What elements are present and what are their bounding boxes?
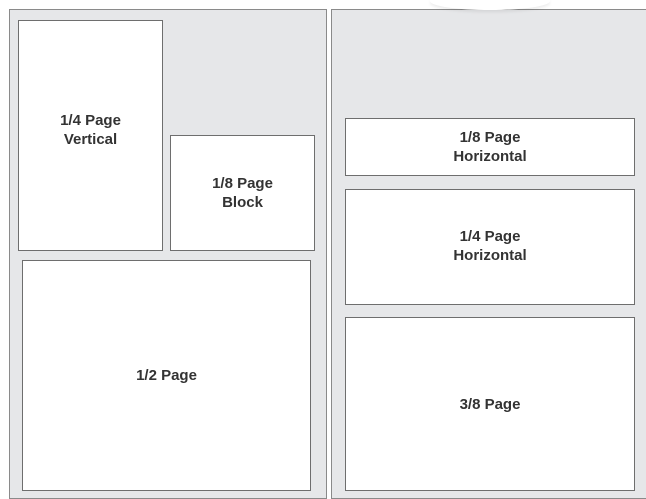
half-page-label: 1/2 Page xyxy=(136,367,197,384)
three-eighths-page-label: 3/8 Page xyxy=(459,395,521,413)
eighth-page-block-ad: 1/8 Page Block xyxy=(170,135,315,251)
three-eighths-page-ad: 3/8 Page xyxy=(345,317,635,491)
quarter-page-horizontal-label: 1/4 Page Horizontal xyxy=(453,228,527,264)
eighth-page-horizontal-label: 1/8 Page Horizontal xyxy=(453,129,527,165)
eighth-page-horizontal-ad: 1/8 Page Horizontal xyxy=(345,118,635,176)
quarter-page-vertical-ad: 1/4 Page Vertical xyxy=(18,20,163,251)
half-page-ad: 1/2 Page xyxy=(22,260,311,491)
quarter-page-vertical-label: 1/4 Page Vertical xyxy=(60,112,121,148)
eighth-page-block-label: 1/8 Page Block xyxy=(212,175,273,211)
quarter-page-horizontal-ad: 1/4 Page Horizontal xyxy=(345,189,635,305)
